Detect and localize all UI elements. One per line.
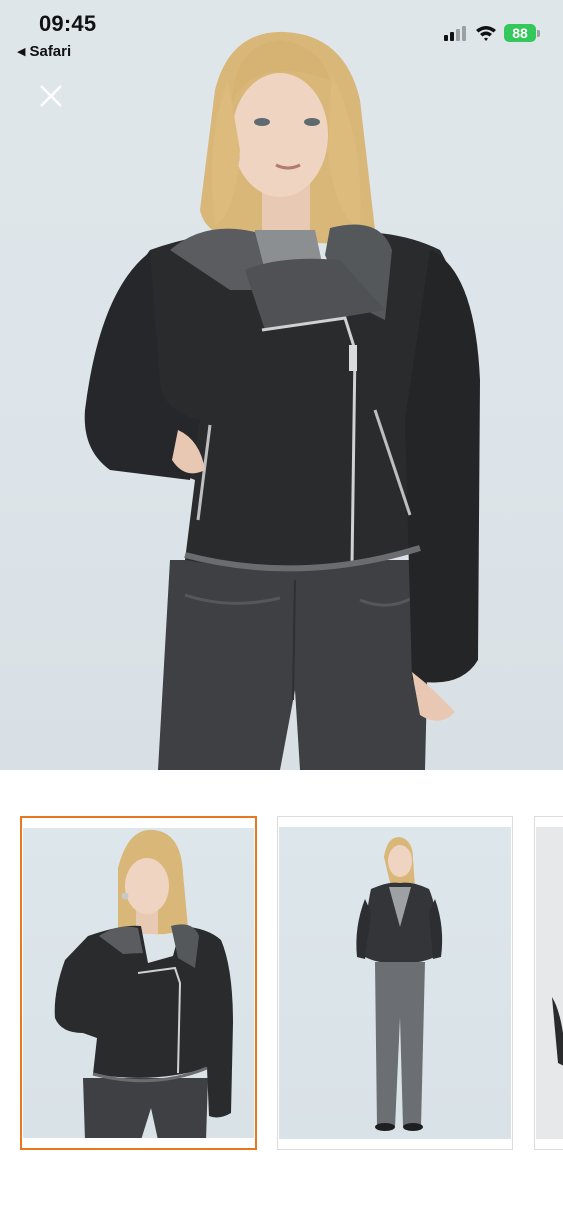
wifi-icon xyxy=(476,26,496,41)
thumbnail-3[interactable] xyxy=(534,816,563,1150)
thumbnail-3-illustration xyxy=(552,997,563,1066)
thumbnail-2[interactable] xyxy=(277,816,513,1150)
battery-level: 88 xyxy=(512,25,528,41)
back-app-label: Safari xyxy=(29,43,72,60)
battery-icon: 88 xyxy=(504,24,536,42)
thumbnail-2-illustration xyxy=(356,837,443,1131)
status-time: 09:45 xyxy=(39,11,97,36)
status-bar: 09:45 ◀ Safari 88 xyxy=(0,0,563,70)
close-icon xyxy=(40,85,62,107)
thumbnail-strip xyxy=(0,816,563,1156)
battery-tip-icon xyxy=(537,30,540,37)
back-to-app-button[interactable]: ◀ Safari xyxy=(17,43,71,60)
full-length-outfit-icon xyxy=(279,827,511,1139)
hero-product-image[interactable] xyxy=(0,0,563,770)
jacket-closeup-icon xyxy=(23,828,254,1138)
jacket-detail-icon xyxy=(536,827,563,1139)
cellular-signal-icon xyxy=(444,25,466,41)
thumbnail-1-illustration xyxy=(54,829,233,1138)
back-triangle-icon: ◀ xyxy=(17,46,26,58)
thumbnail-1[interactable] xyxy=(20,816,257,1150)
jacket-model-illustration xyxy=(84,31,480,770)
close-button[interactable] xyxy=(36,81,66,111)
